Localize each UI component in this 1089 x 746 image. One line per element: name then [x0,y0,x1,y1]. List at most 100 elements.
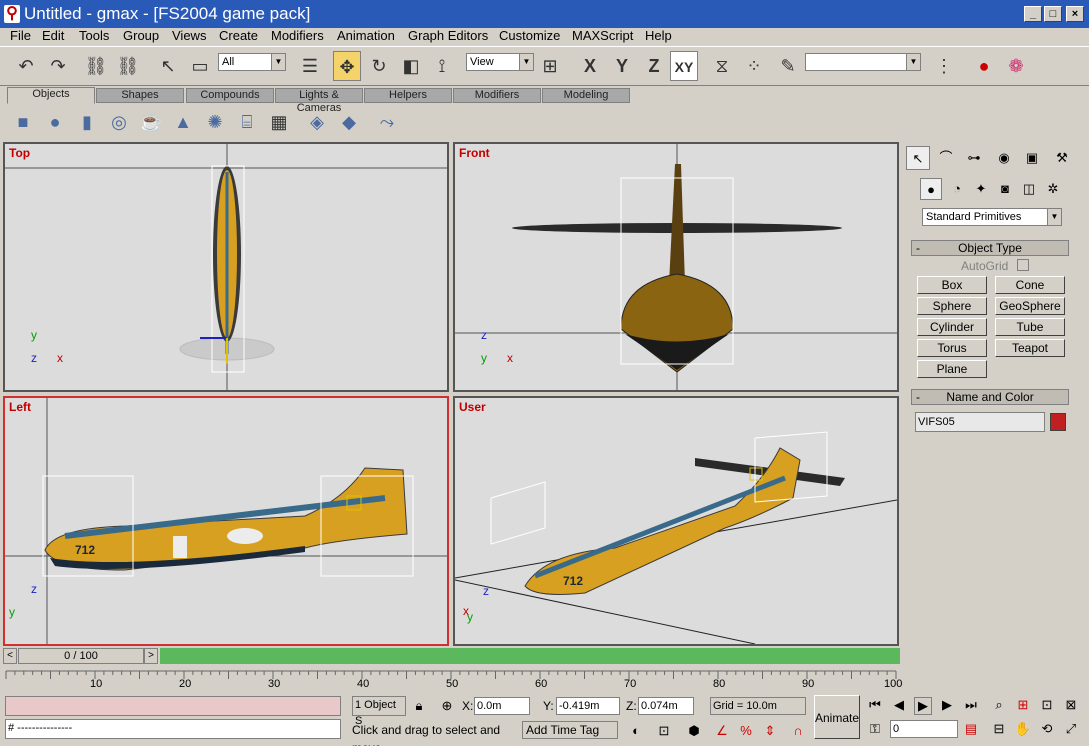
tab-modeling[interactable]: Modeling [542,88,630,103]
menu-animation[interactable]: Animation [337,28,395,46]
select-rotate-icon[interactable]: ↻ [365,51,393,81]
spinner-snap-icon[interactable]: ⇕ [762,723,778,739]
cameras-icon[interactable]: ◙ [994,178,1016,200]
viewport-top[interactable]: Top y z x [3,142,449,392]
use-pivot-icon[interactable]: ⊞ [536,51,564,81]
box-button[interactable]: Box [917,276,987,294]
minimize-button[interactable]: _ [1024,6,1042,22]
box-icon[interactable]: ■ [10,109,36,135]
axis-xy-button[interactable]: XY [670,51,698,81]
bone-icon[interactable]: ⤳ [374,109,400,135]
tube-button[interactable]: Tube [995,318,1065,336]
create-panel-icon[interactable]: ↖ [906,146,930,170]
magnet-icon[interactable]: ∩ [790,723,806,738]
mirror-icon[interactable]: ⧖ [708,51,736,81]
geosphere-icon[interactable]: ✺ [202,109,228,135]
plane-icon[interactable]: ▦ [266,109,292,135]
y-coordinate-input[interactable]: -0.419m [556,697,620,715]
name-color-rollout[interactable]: - Name and Color [911,389,1069,405]
pivot-icon[interactable]: ⟟ [428,51,456,81]
teapot-icon[interactable]: ☕ [138,109,164,135]
go-to-start-icon[interactable]: ⏮ [866,697,884,713]
select-link-icon[interactable]: ⛓ [82,51,110,81]
object-name-input[interactable]: VIFS05 [915,412,1045,432]
time-track[interactable] [160,648,900,664]
selection-filter-select[interactable]: All ▼ [218,53,286,71]
degradation-icon[interactable]: ◐ [628,723,644,738]
sphere-button[interactable]: Sphere [917,297,987,315]
prev-frame-icon[interactable]: < [3,648,17,664]
close-button[interactable]: × [1066,6,1084,22]
select-move-icon[interactable]: ✥ [333,51,361,81]
redo-icon[interactable]: ↷ [44,51,72,81]
add-time-tag-button[interactable]: Add Time Tag [522,721,618,739]
object-type-rollout[interactable]: - Object Type [911,240,1069,256]
maximize-button[interactable]: □ [1044,6,1062,22]
render-icon[interactable]: ● [970,51,998,81]
maxscript-mini-listener-top[interactable] [5,696,341,716]
menu-edit[interactable]: Edit [42,28,64,46]
menu-graph-editors[interactable]: Graph Editors [408,28,488,46]
menu-views[interactable]: Views [172,28,206,46]
tube-icon[interactable]: ⌸ [234,109,260,135]
select-object-icon[interactable]: ↖ [154,51,182,81]
axis-y-button[interactable]: Y [608,51,636,81]
region-select-icon[interactable]: ▭ [186,51,214,81]
go-to-end-icon[interactable]: ⏭ [962,697,980,713]
category-select[interactable]: Standard Primitives ▼ [922,208,1062,226]
eraser-icon[interactable]: ✎ [774,51,802,81]
menu-modifiers[interactable]: Modifiers [271,28,324,46]
maximize-viewport-icon[interactable]: ⤢ [1062,721,1080,737]
arc-rotate-icon[interactable]: ⟲ [1038,721,1056,737]
shapes-icon[interactable]: ◔ [946,178,968,200]
torus-button[interactable]: Torus [917,339,987,357]
animate-button[interactable]: Animate [814,695,860,739]
menu-help[interactable]: Help [645,28,672,46]
object-color-swatch[interactable] [1050,413,1066,431]
utilities-panel-icon[interactable]: ⚒ [1050,146,1074,170]
menu-maxscript[interactable]: MAXScript [572,28,633,46]
spacewarps-icon[interactable]: ✲ [1042,178,1064,200]
array-icon[interactable]: ⁘ [740,51,768,81]
previous-frame-icon[interactable]: ◀ [890,697,908,713]
absolute-mode-icon[interactable]: ⊕ [440,698,454,714]
sphere-icon[interactable]: ● [42,109,68,135]
angle-snap-icon[interactable]: ∠ [714,723,730,739]
menu-group[interactable]: Group [123,28,159,46]
autogrid-checkbox[interactable] [1017,259,1029,271]
zoom-all-icon[interactable]: ⊞ [1014,697,1032,713]
snap-toggle-icon[interactable]: ⬢ [686,723,702,739]
zoom-extents-all-icon[interactable]: ⊠ [1062,697,1080,713]
axis-x-button[interactable]: X [576,51,604,81]
menu-file[interactable]: File [10,28,31,46]
menu-customize[interactable]: Customize [499,28,560,46]
plane-button[interactable]: Plane [917,360,987,378]
lights-icon[interactable]: ✦ [970,178,992,200]
tab-objects[interactable]: Objects [7,87,95,104]
tab-modifiers[interactable]: Modifiers [453,88,541,103]
region-zoom-icon[interactable]: ⊟ [990,721,1008,737]
unlink-icon[interactable]: ⛓ [114,51,142,81]
geometry-icon[interactable]: ● [920,178,942,200]
grid-helper-icon[interactable]: ◆ [336,109,362,135]
axis-z-button[interactable]: Z [640,51,668,81]
motion-panel-icon[interactable]: ◉ [992,146,1016,170]
hierarchy-panel-icon[interactable]: ⊶ [962,146,986,170]
maxscript-mini-listener[interactable]: # --------------- [5,719,341,739]
tab-helpers[interactable]: Helpers [364,88,452,103]
tab-compounds[interactable]: Compounds [186,88,274,103]
helpers-icon[interactable]: ◫ [1018,178,1040,200]
time-slider-thumb[interactable]: 0 / 100 [18,648,144,664]
cylinder-button[interactable]: Cylinder [917,318,987,336]
undo-icon[interactable]: ↶ [12,51,40,81]
display-panel-icon[interactable]: ▣ [1020,146,1044,170]
material-editor-icon[interactable]: ❁ [1002,51,1030,81]
geosphere-button[interactable]: GeoSphere [995,297,1065,315]
pan-icon[interactable]: ✋ [1014,721,1032,737]
percent-snap-icon[interactable]: % [738,723,754,738]
viewport-user[interactable]: 712 User z x y [453,396,899,646]
named-selection-select[interactable]: ▼ [805,53,921,71]
grid-icon[interactable]: ◈ [304,109,330,135]
tab-shapes[interactable]: Shapes [96,88,184,103]
tab-lights-cameras[interactable]: Lights & Cameras [275,88,363,114]
